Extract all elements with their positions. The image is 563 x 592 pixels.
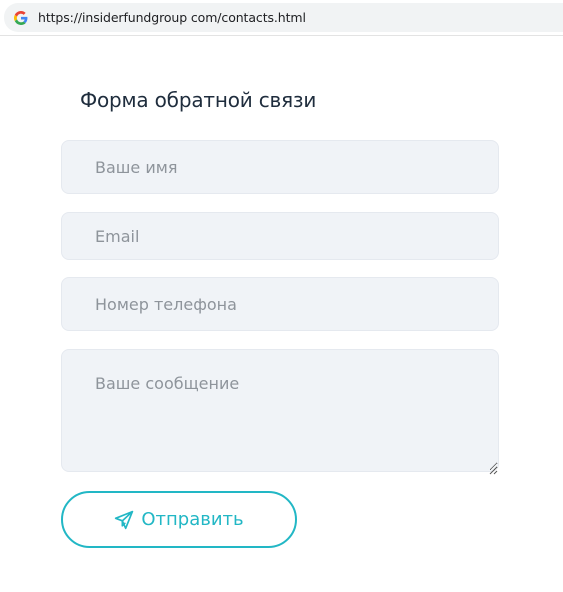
url-field[interactable]: https://insiderfundgroup com/contacts.ht… [4, 3, 563, 32]
url-text: https://insiderfundgroup com/contacts.ht… [38, 10, 306, 25]
send-button-label: Отправить [141, 509, 244, 530]
email-input[interactable] [61, 212, 499, 260]
message-textarea[interactable] [61, 349, 499, 472]
phone-input[interactable] [61, 277, 499, 331]
form-title: Форма обратной связи [80, 88, 317, 112]
name-input[interactable] [61, 140, 499, 194]
paper-plane-icon [114, 509, 136, 531]
send-button[interactable]: Отправить [61, 491, 297, 548]
resize-grip-icon[interactable] [488, 460, 498, 475]
google-g-icon [12, 9, 30, 27]
address-bar: https://insiderfundgroup com/contacts.ht… [0, 0, 563, 36]
